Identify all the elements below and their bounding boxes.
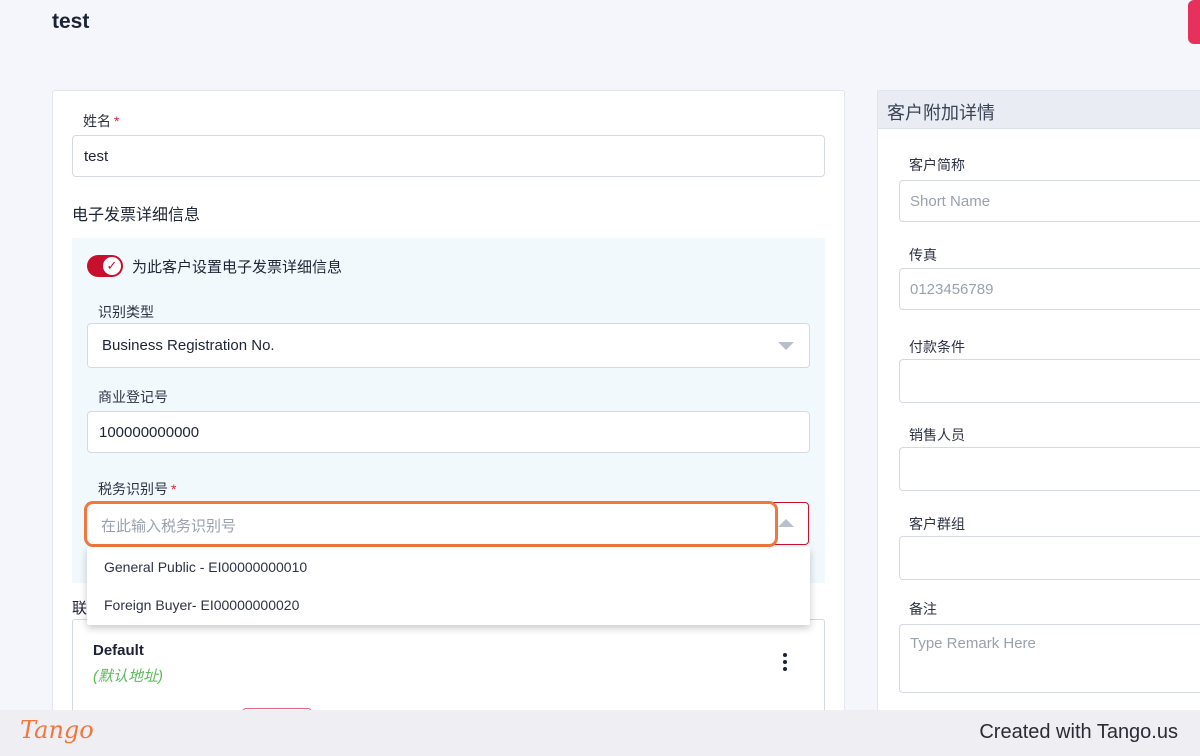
salesperson-select[interactable]: [899, 447, 1200, 491]
remark-textarea[interactable]: Type Remark Here: [899, 624, 1200, 693]
fax-label: 传真: [909, 247, 937, 263]
customer-form-card: 姓名 * test 电子发票详细信息 ✓ 为此客户设置电子发票详细信息 识别类型 …: [52, 90, 845, 738]
tango-logo: Tango: [20, 716, 94, 744]
short-name-input[interactable]: Short Name: [899, 180, 1200, 222]
required-mark: *: [114, 113, 120, 129]
check-icon: ✓: [103, 257, 121, 275]
tin-option-general-public[interactable]: General Public - EI00000000010: [104, 559, 307, 575]
customer-group-select[interactable]: [899, 536, 1200, 580]
side-panel-header: 客户附加详情: [878, 91, 1200, 129]
salesperson-label: 销售人员: [909, 427, 965, 443]
page-title: test: [52, 10, 90, 33]
kebab-menu-icon[interactable]: [783, 653, 787, 671]
brn-label: 商业登记号: [98, 389, 168, 405]
footer-credit: Created with Tango.us: [979, 721, 1178, 743]
fax-input[interactable]: 0123456789: [899, 268, 1200, 310]
name-input[interactable]: test: [72, 135, 825, 177]
id-type-label: 识别类型: [98, 304, 154, 320]
id-type-value: Business Registration No.: [102, 337, 275, 354]
id-type-select[interactable]: Business Registration No.: [87, 323, 810, 368]
address-default-subtitle: (默认地址): [93, 668, 163, 685]
chevron-up-icon[interactable]: [778, 519, 794, 527]
tutorial-highlight: [84, 501, 778, 547]
customer-extra-details-card: 客户附加详情 客户简称 Short Name 传真 0123456789 付款条…: [877, 90, 1200, 720]
side-panel-title: 客户附加详情: [887, 103, 995, 123]
tin-option-foreign-buyer[interactable]: Foreign Buyer- EI00000000020: [104, 597, 299, 613]
remark-label: 备注: [909, 601, 937, 617]
tin-label: 税务识别号 *: [98, 481, 177, 497]
customer-group-label: 客户群组: [909, 516, 965, 532]
einvoice-section-title: 电子发票详细信息: [72, 207, 201, 224]
address-default-title: Default: [93, 642, 144, 659]
einvoice-toggle-label: 为此客户设置电子发票详细信息: [132, 259, 343, 276]
brn-input[interactable]: 100000000000: [87, 411, 810, 453]
payment-terms-select[interactable]: [899, 359, 1200, 403]
payment-terms-label: 付款条件: [909, 339, 965, 355]
tin-dropdown-menu: General Public - EI00000000010 Foreign B…: [87, 547, 810, 625]
short-name-label: 客户简称: [909, 157, 965, 173]
corner-action-button[interactable]: [1188, 0, 1200, 44]
required-mark: *: [171, 481, 177, 497]
chevron-down-icon: [778, 342, 794, 350]
footer-bar: Tango Created with Tango.us: [0, 710, 1200, 756]
contact-section-title: 联: [72, 600, 88, 617]
einvoice-toggle[interactable]: ✓: [87, 255, 123, 277]
name-label: 姓名 *: [83, 113, 120, 129]
